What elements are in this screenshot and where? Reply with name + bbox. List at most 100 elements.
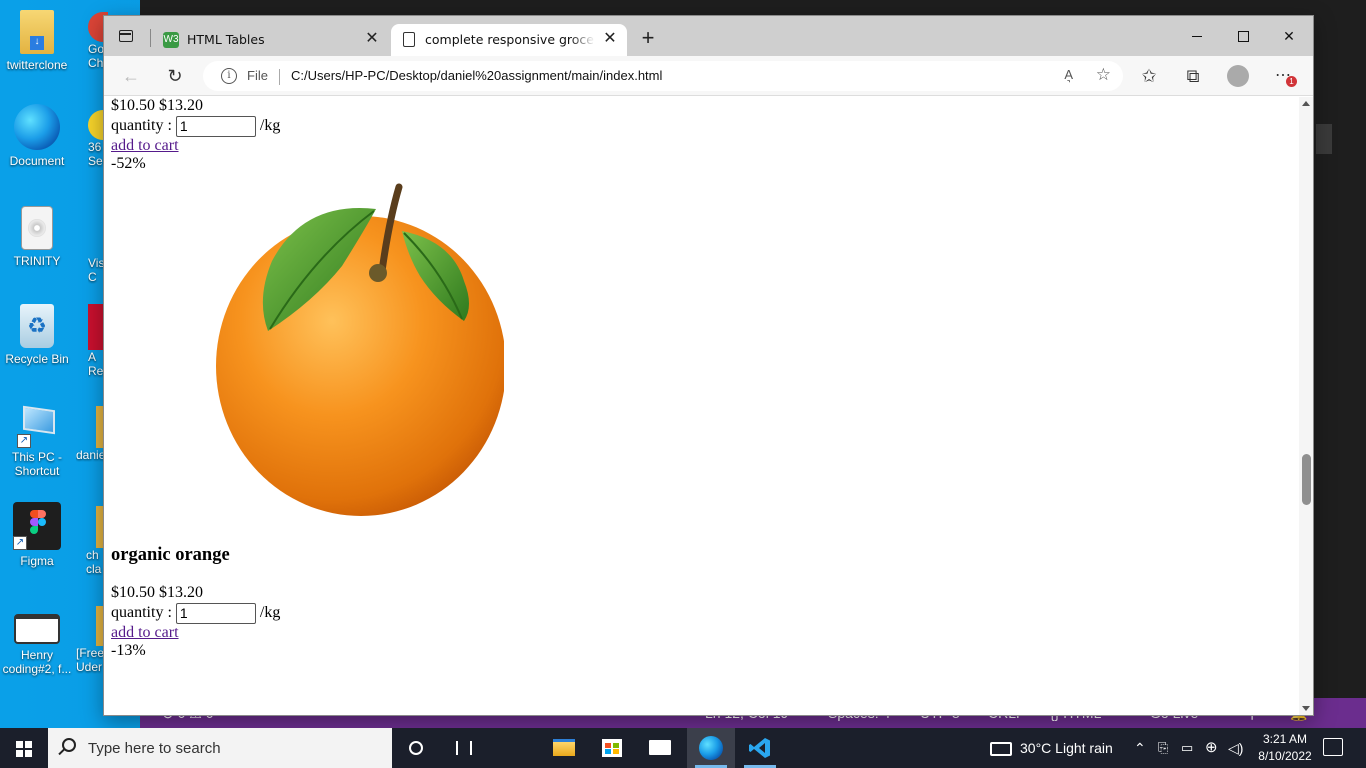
orange-image bbox=[216, 183, 504, 516]
notification-badge: 1 bbox=[1286, 76, 1297, 87]
desktop-icon-henry-coding[interactable]: Henry coding#2, f... bbox=[0, 614, 74, 676]
profile-button[interactable] bbox=[1226, 64, 1250, 88]
desktop-icon-label: Visua C bbox=[88, 256, 104, 284]
mail-button[interactable] bbox=[636, 728, 684, 768]
folder-icon bbox=[553, 739, 575, 756]
desktop-icon-document[interactable]: Document bbox=[0, 104, 74, 168]
clock[interactable]: 3:21 AM 8/10/2022 bbox=[1253, 731, 1317, 765]
figma-icon: ↗ bbox=[13, 502, 61, 550]
weather-text: 30°C Light rain bbox=[1020, 740, 1113, 756]
desktop-icon-label: Figma bbox=[20, 554, 54, 568]
page-scrollbar[interactable] bbox=[1299, 97, 1313, 715]
quantity-row: quantity : /kg bbox=[111, 115, 280, 137]
browser-toolbar: ← ↻ i File C:/Users/HP-PC/Desktop/daniel… bbox=[104, 56, 1313, 96]
desktop-icon-twitterclone[interactable]: ↓ twitterclone bbox=[0, 10, 74, 72]
quantity-row: quantity : /kg bbox=[111, 602, 280, 624]
taskbar-search[interactable]: Type here to search bbox=[48, 728, 392, 768]
task-view-button[interactable] bbox=[440, 728, 488, 768]
battery-icon[interactable]: ▭ bbox=[1181, 728, 1193, 768]
maximize-button[interactable] bbox=[1220, 22, 1266, 50]
page-icon bbox=[403, 32, 415, 47]
quantity-label: quantity : bbox=[111, 604, 172, 621]
product-card-organic-orange: organic orange $10.50 $13.20 quantity : … bbox=[111, 545, 280, 660]
weather-widget[interactable]: 30°C Light rain bbox=[990, 728, 1113, 768]
url-text[interactable]: C:/Users/HP-PC/Desktop/daniel%20assignme… bbox=[291, 68, 662, 83]
quantity-label: quantity : bbox=[111, 117, 172, 134]
weather-icon bbox=[990, 742, 1012, 757]
edge-icon bbox=[699, 736, 723, 760]
collections-icon[interactable]: ⧉ bbox=[1181, 64, 1205, 88]
tab-title: HTML Tables bbox=[187, 32, 265, 47]
settings-menu-button[interactable]: ⋯ 1 bbox=[1271, 64, 1297, 88]
desktop-icon-label: Go Ch bbox=[88, 42, 104, 70]
close-tab-icon[interactable]: ✕ bbox=[363, 30, 381, 48]
store-icon bbox=[602, 739, 622, 757]
address-bar[interactable]: i File C:/Users/HP-PC/Desktop/daniel%20a… bbox=[203, 61, 1123, 91]
scroll-down-icon[interactable] bbox=[1302, 706, 1310, 711]
tab-title: complete responsive grocery website bbox=[425, 32, 595, 47]
scrollbar-thumb[interactable] bbox=[1302, 454, 1311, 505]
store-button[interactable] bbox=[588, 728, 636, 768]
volume-icon[interactable]: ◁) bbox=[1228, 728, 1243, 768]
disc-icon bbox=[28, 219, 46, 237]
vscode-taskbar-button[interactable] bbox=[736, 728, 784, 768]
desktop-icon-this-pc[interactable]: ↗ This PC - Shortcut bbox=[0, 405, 74, 478]
new-tab-button[interactable]: + bbox=[635, 26, 661, 52]
tab-strip: W3 HTML Tables ✕ complete responsive gro… bbox=[104, 16, 1313, 56]
file-explorer-button[interactable] bbox=[540, 728, 588, 768]
back-button[interactable]: ← bbox=[119, 64, 143, 88]
add-favorite-icon[interactable]: ☆ bbox=[1096, 65, 1111, 85]
mail-icon bbox=[649, 740, 671, 755]
quantity-input[interactable] bbox=[175, 115, 256, 137]
minimize-button[interactable] bbox=[1174, 22, 1220, 50]
network-icon[interactable]: ⊕ bbox=[1205, 728, 1218, 768]
cortana-button[interactable] bbox=[392, 728, 440, 768]
desktop-icon-label: danie bbox=[76, 448, 106, 462]
notification-center-icon[interactable] bbox=[1323, 738, 1343, 756]
browser-window: W3 HTML Tables ✕ complete responsive gro… bbox=[103, 15, 1314, 716]
edge-taskbar-button[interactable] bbox=[687, 728, 735, 768]
avatar bbox=[1227, 65, 1249, 87]
search-icon bbox=[62, 738, 76, 752]
page-content: $10.50 $13.20 quantity : /kg add to cart… bbox=[104, 97, 1299, 715]
desktop-icon-figma[interactable]: ↗ Figma bbox=[0, 502, 74, 568]
task-view-icon bbox=[456, 741, 472, 755]
video-file-icon bbox=[14, 614, 60, 644]
recycle-bin-icon: ♻ bbox=[20, 304, 54, 348]
reload-button[interactable]: ↻ bbox=[163, 64, 187, 88]
add-to-cart-link[interactable]: add to cart bbox=[111, 137, 179, 154]
desktop-icon-label: twitterclone bbox=[6, 58, 68, 72]
close-window-button[interactable]: ✕ bbox=[1266, 22, 1312, 50]
tab-separator bbox=[150, 29, 151, 47]
scroll-up-icon[interactable] bbox=[1302, 101, 1310, 106]
vscode-scroll-marker bbox=[1316, 124, 1332, 154]
desktop-icon-label: [Free Uder bbox=[76, 646, 104, 674]
add-to-cart-link[interactable]: add to cart bbox=[111, 624, 179, 641]
start-button[interactable] bbox=[0, 728, 48, 768]
tab-grocery-website[interactable]: complete responsive grocery website ✕ bbox=[391, 24, 627, 56]
pdf-icon bbox=[88, 304, 104, 350]
address-separator bbox=[279, 69, 280, 85]
app-icon bbox=[88, 110, 104, 140]
desktop-icon-trinity[interactable]: TRINITY bbox=[0, 206, 74, 268]
desktop-icon-label: 36 Se bbox=[88, 140, 103, 168]
read-aloud-icon[interactable]: A͉ bbox=[1064, 67, 1073, 82]
desktop-icon-label: Document bbox=[9, 154, 65, 168]
favorites-icon[interactable]: ✩ bbox=[1137, 64, 1161, 88]
tab-html-tables[interactable]: W3 HTML Tables ✕ bbox=[153, 24, 389, 56]
close-tab-icon[interactable]: ✕ bbox=[601, 30, 619, 48]
quantity-input[interactable] bbox=[175, 602, 256, 624]
time-text: 3:21 AM bbox=[1262, 732, 1308, 746]
product-price: $10.50 $13.20 bbox=[111, 97, 203, 114]
desktop-icon-recycle-bin[interactable]: ♻ Recycle Bin bbox=[0, 304, 74, 366]
tab-actions-button[interactable] bbox=[114, 26, 138, 48]
desktop-icon-label: Recycle Bin bbox=[5, 352, 69, 366]
scheme-label: File bbox=[247, 68, 268, 83]
product-card-top: $10.50 $13.20 quantity : /kg add to cart… bbox=[111, 97, 280, 173]
info-icon[interactable]: i bbox=[221, 68, 237, 84]
edge-icon bbox=[14, 104, 60, 150]
meet-now-icon[interactable]: ⎘ bbox=[1158, 728, 1168, 768]
unit-label: /kg bbox=[259, 117, 281, 134]
unit-label: /kg bbox=[259, 604, 281, 621]
show-hidden-icons-button[interactable]: ⌃ bbox=[1134, 728, 1146, 768]
